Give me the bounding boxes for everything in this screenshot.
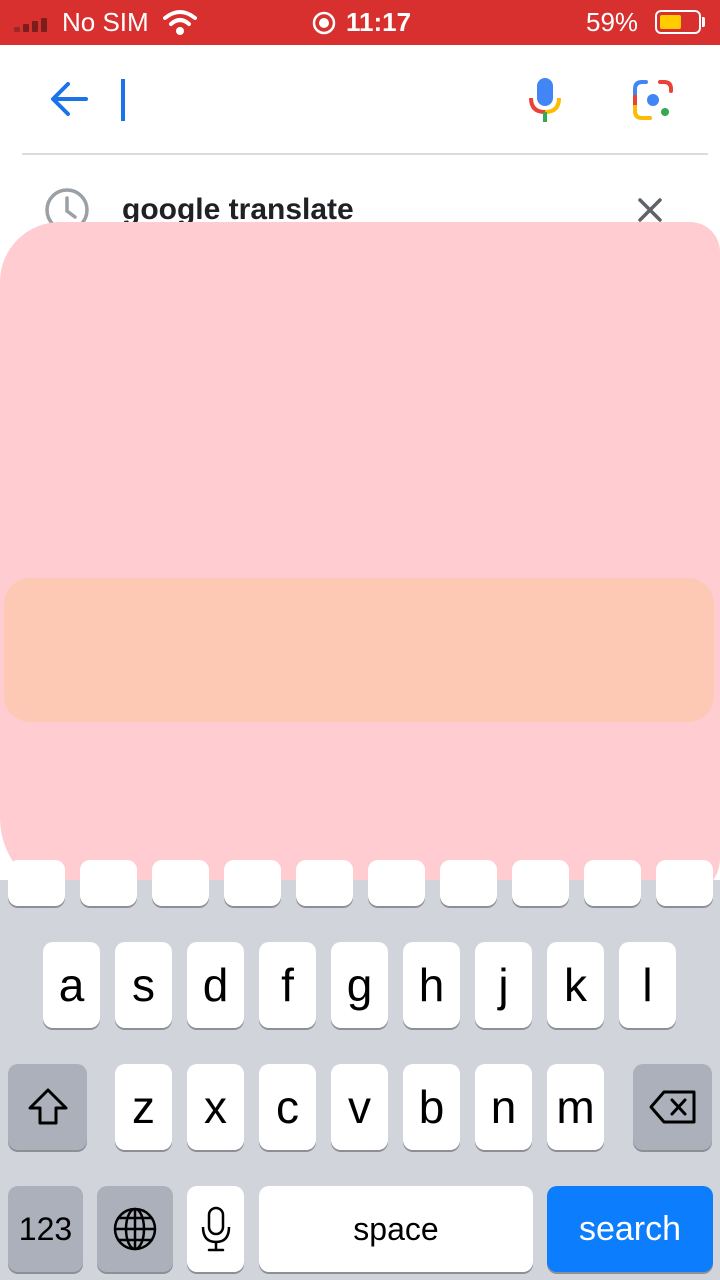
globe-icon	[113, 1207, 157, 1251]
text-cursor	[121, 79, 125, 121]
key-hidden	[152, 860, 209, 906]
arrow-left-icon[interactable]	[48, 80, 88, 118]
key-x[interactable]: x	[187, 1064, 244, 1150]
key-f[interactable]: f	[259, 942, 316, 1028]
close-icon[interactable]	[637, 197, 663, 223]
redaction-overlay	[0, 222, 720, 898]
key-k[interactable]: k	[547, 942, 604, 1028]
key-s[interactable]: s	[115, 942, 172, 1028]
wifi-icon	[163, 10, 197, 35]
key-h[interactable]: h	[403, 942, 460, 1028]
key-d[interactable]: d	[187, 942, 244, 1028]
search-key[interactable]: search	[547, 1186, 713, 1272]
clock: 11:17	[346, 7, 412, 37]
battery-percent: 59%	[586, 7, 639, 37]
key-j[interactable]: j	[475, 942, 532, 1028]
key-hidden	[8, 860, 65, 906]
microphone-icon	[201, 1206, 230, 1252]
backspace-icon	[649, 1090, 695, 1124]
status-bar: No SIM 11:17 59%	[0, 0, 720, 45]
key-hidden	[512, 860, 569, 906]
key-l[interactable]: l	[619, 942, 676, 1028]
key-hidden	[584, 860, 641, 906]
key-hidden	[656, 860, 713, 906]
shift-icon	[28, 1088, 67, 1125]
google-mic-icon[interactable]	[527, 76, 563, 124]
shift-key[interactable]	[8, 1064, 87, 1150]
battery-icon	[655, 10, 701, 34]
google-lens-icon[interactable]	[632, 79, 674, 121]
key-g[interactable]: g	[331, 942, 388, 1028]
key-a[interactable]: a	[43, 942, 100, 1028]
search-input[interactable]	[132, 76, 496, 126]
redaction-overlay-inner	[4, 578, 714, 722]
cellular-signal-icon	[14, 18, 54, 32]
key-hidden	[224, 860, 281, 906]
key-n[interactable]: n	[475, 1064, 532, 1150]
key-z[interactable]: z	[115, 1064, 172, 1150]
key-m[interactable]: m	[547, 1064, 604, 1150]
screen-record-icon	[312, 11, 336, 35]
globe-key[interactable]	[97, 1186, 173, 1272]
carrier-label: No SIM	[62, 7, 149, 37]
key-c[interactable]: c	[259, 1064, 316, 1150]
delete-key[interactable]	[633, 1064, 712, 1150]
key-hidden	[296, 860, 353, 906]
search-divider	[22, 153, 708, 155]
key-v[interactable]: v	[331, 1064, 388, 1150]
key-hidden	[368, 860, 425, 906]
keyboard: a s d f g h j k l z x c v b n m 123 spac…	[0, 860, 720, 1280]
key-hidden	[440, 860, 497, 906]
space-key[interactable]: space	[259, 1186, 533, 1272]
key-hidden	[80, 860, 137, 906]
battery-fill	[660, 15, 681, 29]
key-b[interactable]: b	[403, 1064, 460, 1150]
battery-nub	[702, 17, 705, 27]
numbers-key[interactable]: 123	[8, 1186, 83, 1272]
dictation-key[interactable]	[187, 1186, 244, 1272]
